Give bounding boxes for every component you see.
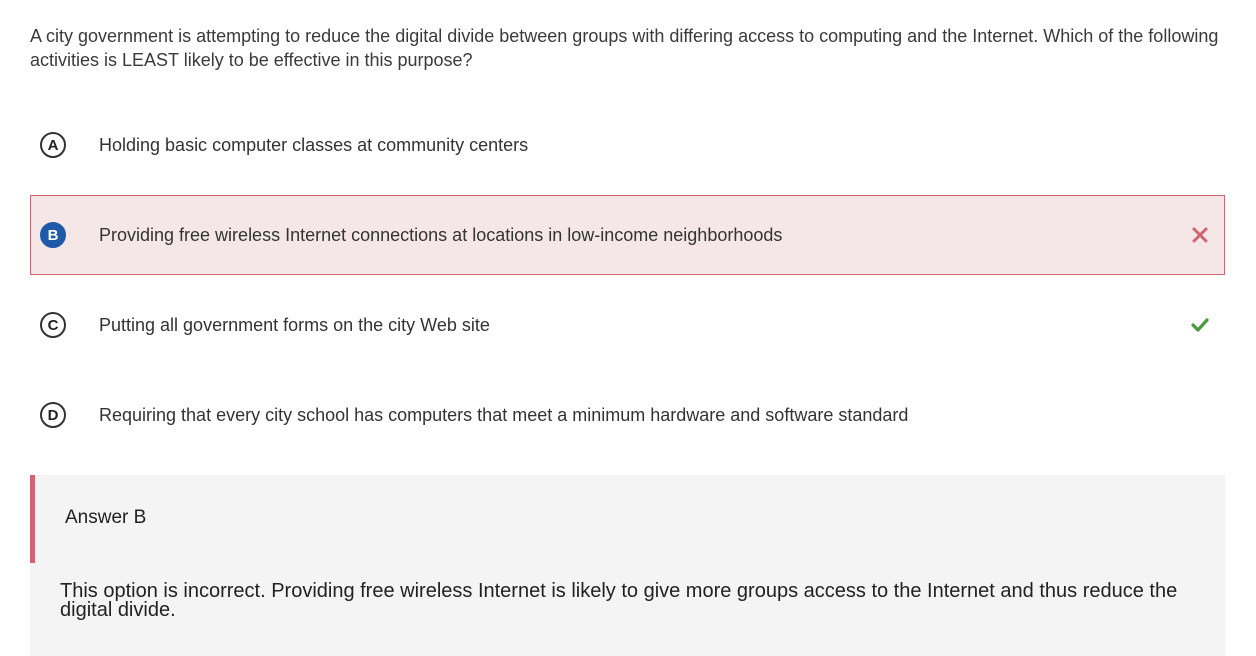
option-b-badge: B: [40, 222, 66, 248]
check-icon: [1191, 318, 1209, 332]
option-a[interactable]: A Holding basic computer classes at comm…: [30, 105, 1225, 185]
option-c-text: Putting all government forms on the city…: [99, 314, 490, 335]
option-a-text: Holding basic computer classes at commun…: [99, 134, 529, 155]
option-c[interactable]: C Putting all government forms on the ci…: [30, 285, 1225, 365]
option-d-badge: D: [40, 402, 66, 428]
answer-explanation: This option is incorrect. Providing free…: [60, 580, 1178, 621]
answer-title: Answer B: [65, 507, 147, 528]
feedback-accent-bar: [30, 475, 35, 563]
x-icon: [1192, 227, 1208, 243]
question-text: A city government is attempting to reduc…: [30, 26, 1219, 70]
option-a-badge: A: [40, 132, 66, 158]
option-d[interactable]: D Requiring that every city school has c…: [30, 375, 1225, 455]
option-d-text: Requiring that every city school has com…: [99, 404, 909, 425]
option-c-badge: C: [40, 312, 66, 338]
option-b[interactable]: B Providing free wireless Internet conne…: [30, 195, 1225, 275]
answer-feedback-panel: Answer B This option is incorrect. Provi…: [30, 475, 1225, 656]
option-b-text: Providing free wireless Internet connect…: [99, 224, 783, 245]
